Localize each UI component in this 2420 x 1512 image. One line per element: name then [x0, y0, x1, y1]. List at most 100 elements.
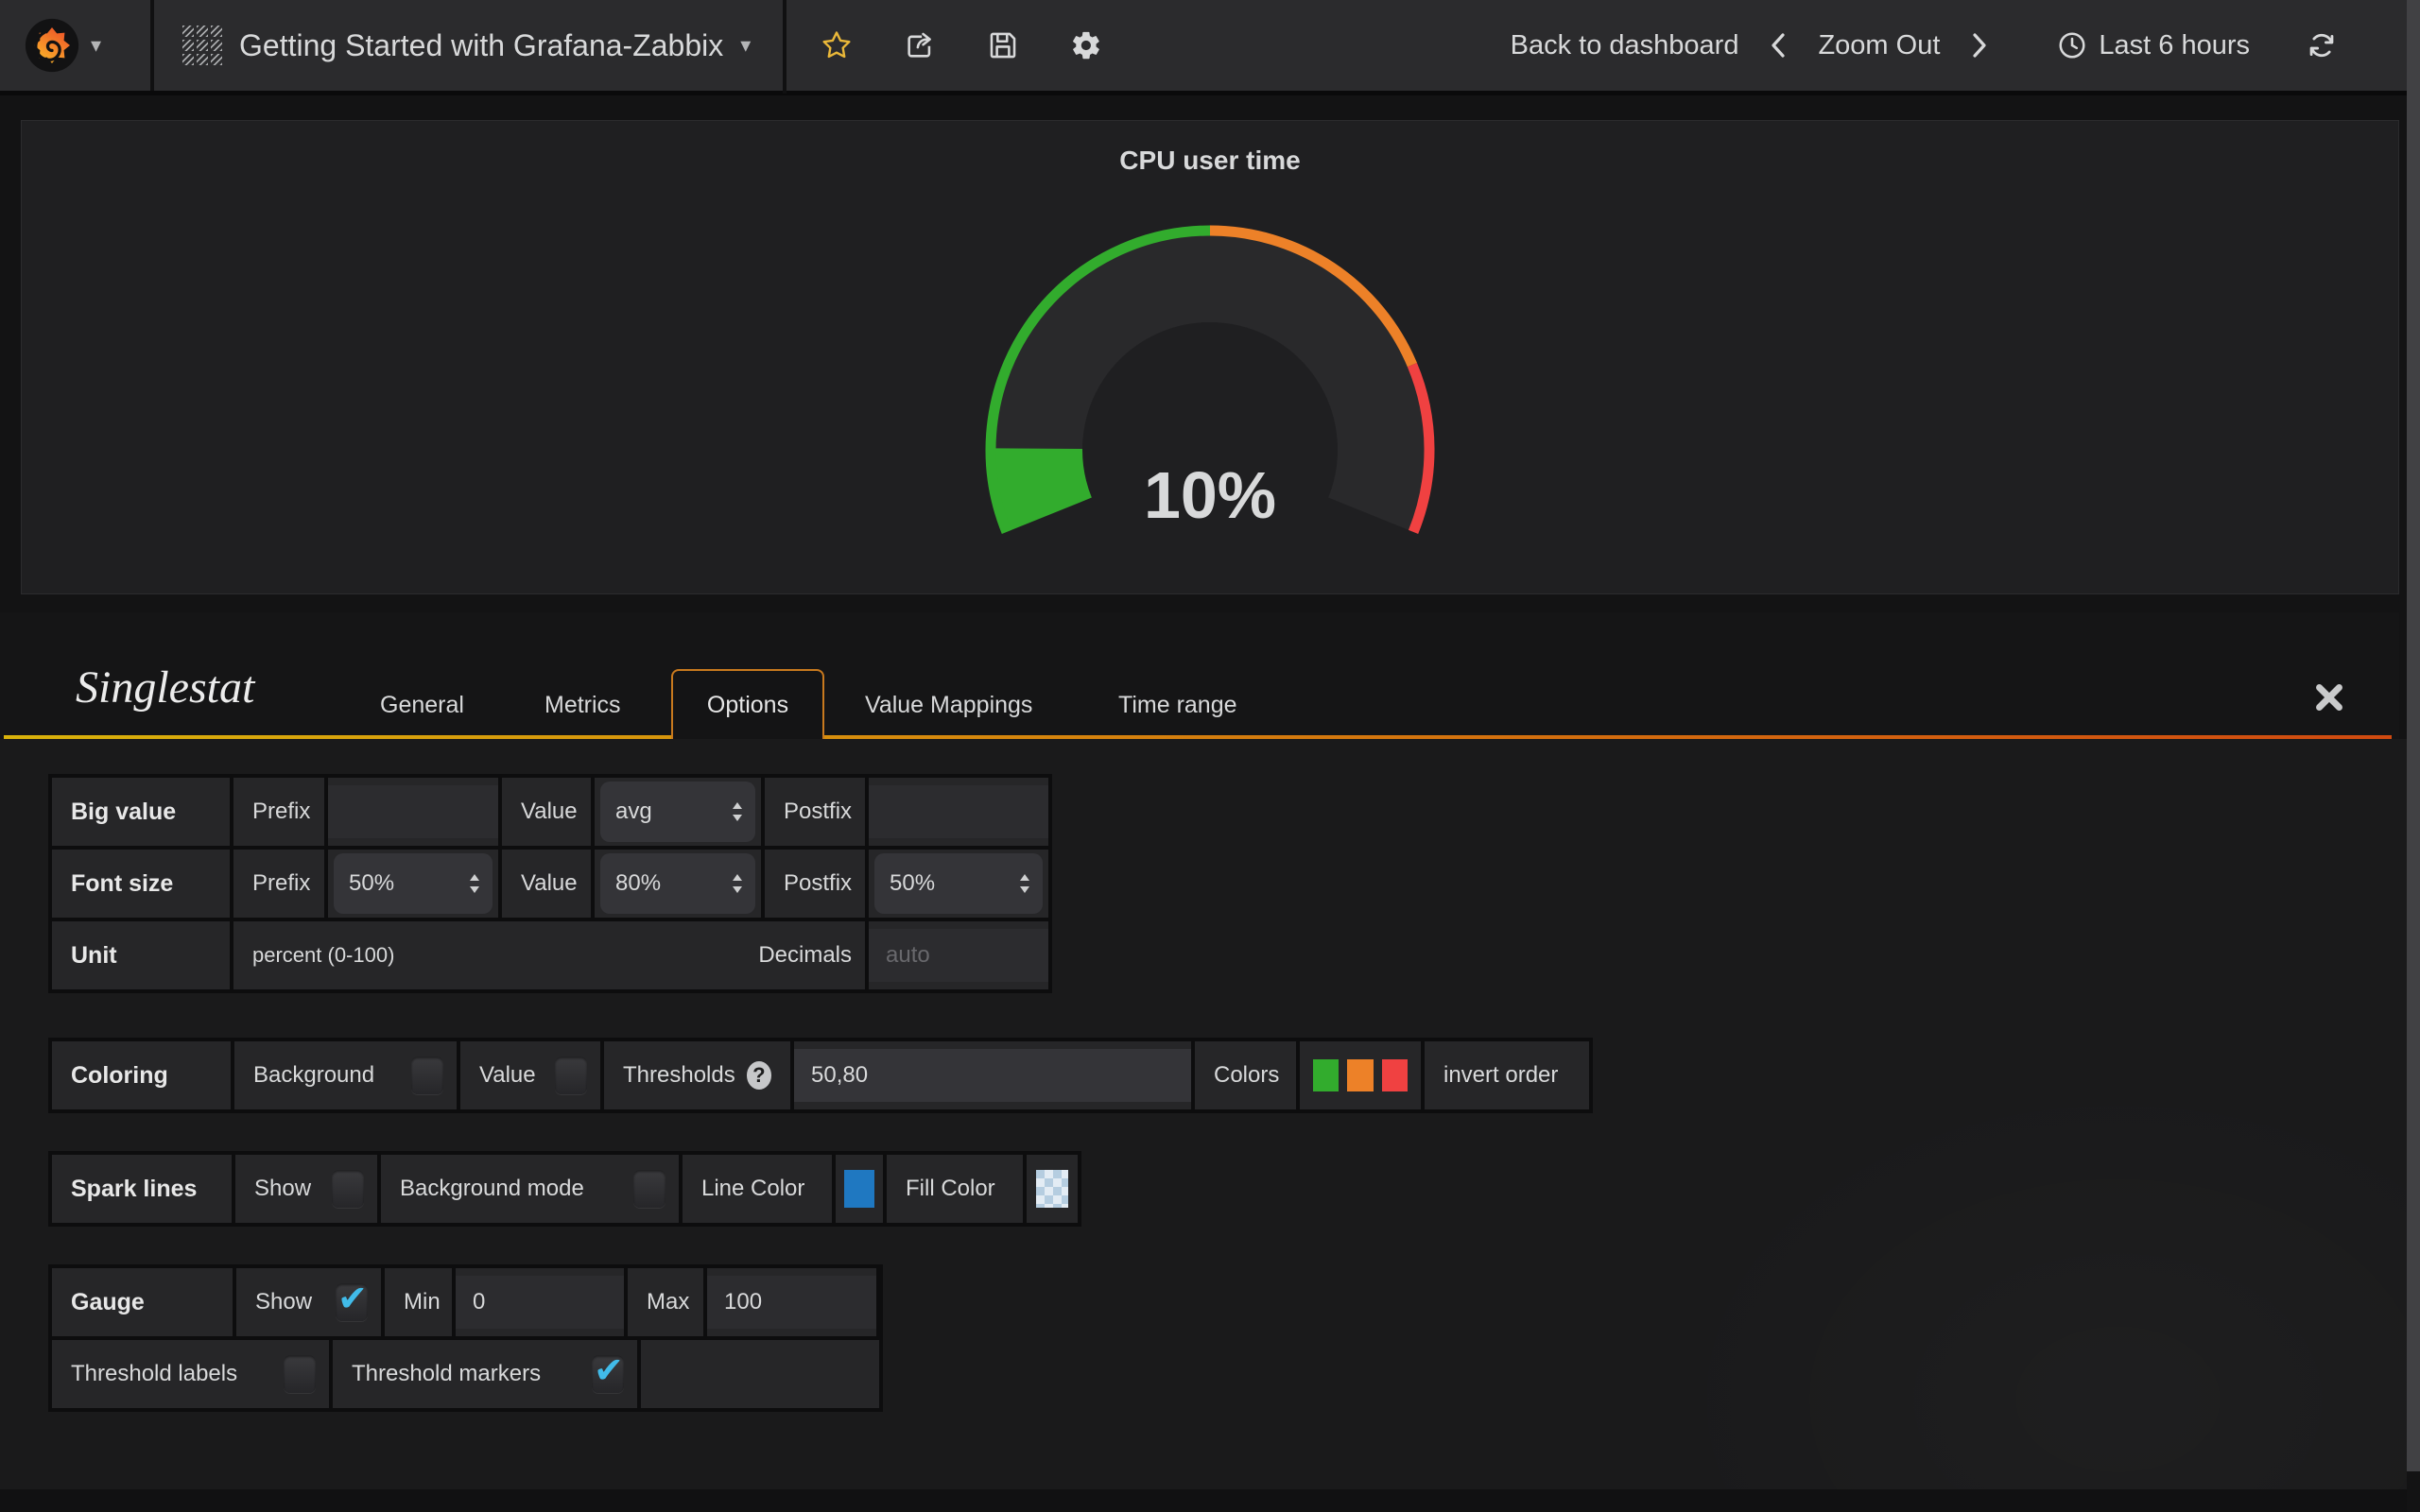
select-spinner-icon — [731, 872, 744, 895]
decimals-input[interactable] — [869, 929, 1048, 982]
select-spinner-icon — [1018, 872, 1031, 895]
threshold-labels-label: Threshold labels — [71, 1361, 237, 1387]
gauge-panel: CPU user time 10% — [21, 120, 2399, 594]
line-color-label: Line Color — [701, 1176, 804, 1202]
chevron-down-icon: ▾ — [740, 35, 751, 56]
value-coloring-label: Value — [479, 1062, 536, 1089]
tab-options[interactable]: Options — [671, 669, 824, 739]
gauge-show-checkbox[interactable]: ✔ — [336, 1283, 368, 1321]
star-icon — [821, 29, 853, 61]
invert-order-link[interactable]: invert order — [1443, 1062, 1558, 1089]
options-tab-content: Big value Prefix Value avg Postfix Font … — [0, 739, 2407, 1489]
gauge-label: Gauge — [71, 1289, 145, 1316]
coloring-label: Coloring — [71, 1062, 168, 1090]
panel-editor: Singlestat General Metrics Options Value… — [0, 612, 2399, 1489]
save-icon — [987, 29, 1019, 61]
grafana-menu-button[interactable]: ▾ — [0, 0, 154, 91]
coloring-table: Coloring Background ✔ Value ✔ Thresholds… — [48, 1038, 1593, 1113]
spark-lines-label: Spark lines — [71, 1176, 197, 1203]
cpu-gauge: 10% — [964, 223, 1456, 544]
settings-button[interactable] — [1068, 27, 1104, 63]
dashboard-title: Getting Started with Grafana-Zabbix — [239, 28, 723, 63]
big-value-label: Big value — [71, 799, 176, 826]
big-value-postfix-input[interactable] — [869, 785, 1048, 838]
colors-label: Colors — [1214, 1062, 1279, 1089]
gauge-min-input[interactable] — [456, 1276, 624, 1329]
unit-picker[interactable]: percent (0-100) — [252, 943, 394, 968]
value-checkbox[interactable]: ✔ — [555, 1057, 587, 1094]
clock-icon — [2057, 30, 2087, 60]
refresh-button[interactable] — [2307, 30, 2337, 60]
scrollbar-thumb[interactable] — [2407, 0, 2420, 1471]
time-shift-right-button[interactable] — [1968, 31, 1991, 60]
coloring-row: Coloring Background ✔ Value ✔ Thresholds… — [52, 1041, 1589, 1109]
top-navbar: ▾ Getting Started with Grafana-Zabbix ▾ — [0, 0, 2420, 95]
time-range-label: Last 6 hours — [2099, 30, 2250, 61]
help-icon[interactable]: ? — [747, 1061, 771, 1090]
min-label: Min — [404, 1289, 441, 1315]
select-spinner-icon — [468, 872, 481, 895]
big-value-prefix-input[interactable] — [328, 785, 498, 838]
panel-type-title: Singlestat — [76, 662, 254, 713]
save-button[interactable] — [985, 27, 1021, 63]
gauge-row: Gauge Show ✔ Min Max — [52, 1268, 879, 1336]
threshold-color-swatch-orange[interactable] — [1347, 1059, 1373, 1091]
threshold-markers-label: Threshold markers — [352, 1361, 541, 1387]
spark-lines-row: Spark lines Show ✔ Background mode ✔ Lin… — [52, 1155, 1078, 1223]
big-value-row: Big value Prefix Value avg Postfix — [52, 778, 1048, 846]
dashboard-title-dropdown[interactable]: Getting Started with Grafana-Zabbix ▾ — [154, 0, 783, 91]
decimals-label: Decimals — [758, 942, 852, 969]
thresholds-label: Thresholds — [623, 1062, 735, 1089]
background-checkbox[interactable]: ✔ — [411, 1057, 443, 1094]
empty-cell — [641, 1340, 879, 1408]
unit-row: Unit percent (0-100) Decimals — [52, 921, 1048, 989]
prefix-font-size-select[interactable]: 50% — [334, 853, 493, 914]
value-stat-select[interactable]: avg — [600, 782, 755, 842]
select-spinner-icon — [731, 800, 744, 823]
star-button[interactable] — [819, 27, 855, 63]
panel-title[interactable]: CPU user time — [22, 146, 2398, 176]
threshold-color-swatch-green[interactable] — [1313, 1059, 1339, 1091]
threshold-color-swatch-red[interactable] — [1382, 1059, 1408, 1091]
share-button[interactable] — [902, 27, 938, 63]
back-to-dashboard-button[interactable]: Back to dashboard — [1511, 30, 1739, 61]
tab-value-mappings[interactable]: Value Mappings — [865, 692, 1032, 719]
share-icon — [904, 29, 936, 61]
zoom-out-button[interactable]: Zoom Out — [1818, 30, 1940, 61]
spark-lines-table: Spark lines Show ✔ Background mode ✔ Lin… — [48, 1151, 1081, 1227]
dashboard-actions — [786, 27, 1136, 63]
time-range-picker[interactable]: Last 6 hours — [2057, 30, 2250, 61]
font-size-label: Font size — [71, 870, 173, 898]
show-label: Show — [254, 1176, 311, 1202]
unit-label: Unit — [71, 942, 117, 970]
editor-tabbar: Singlestat General Metrics Options Value… — [0, 612, 2399, 739]
background-label: Background — [253, 1062, 374, 1089]
value-font-size-select[interactable]: 80% — [600, 853, 755, 914]
tab-metrics[interactable]: Metrics — [544, 692, 621, 719]
fill-color-label: Fill Color — [906, 1176, 995, 1202]
thresholds-input[interactable] — [794, 1049, 1191, 1102]
value-options-table: Big value Prefix Value avg Postfix Font … — [48, 774, 1052, 993]
postfix-label: Postfix — [784, 870, 852, 897]
value-label: Value — [521, 799, 578, 825]
dashboard-icon — [182, 26, 222, 65]
page-scrollbar[interactable] — [2407, 0, 2420, 1512]
fill-color-swatch[interactable] — [1036, 1170, 1068, 1208]
threshold-labels-checkbox[interactable]: ✔ — [284, 1355, 316, 1393]
close-editor-button[interactable] — [2312, 680, 2346, 714]
postfix-font-size-select[interactable]: 50% — [874, 853, 1043, 914]
chevron-down-icon: ▾ — [91, 35, 101, 56]
line-color-swatch[interactable] — [844, 1170, 874, 1208]
grafana-logo-icon — [25, 18, 79, 73]
threshold-markers-checkbox[interactable]: ✔ — [592, 1355, 624, 1393]
tab-time-range[interactable]: Time range — [1118, 692, 1237, 719]
background-mode-checkbox[interactable]: ✔ — [633, 1170, 666, 1208]
tab-general[interactable]: General — [380, 692, 464, 719]
prefix-label: Prefix — [252, 799, 310, 825]
sparkline-show-checkbox[interactable]: ✔ — [332, 1170, 364, 1208]
navbar-right-controls: Back to dashboard Zoom Out Last 6 hours — [1511, 30, 2420, 61]
gauge-max-input[interactable] — [707, 1276, 876, 1329]
postfix-label: Postfix — [784, 799, 852, 825]
time-shift-left-button[interactable] — [1767, 31, 1789, 60]
max-label: Max — [647, 1289, 689, 1315]
